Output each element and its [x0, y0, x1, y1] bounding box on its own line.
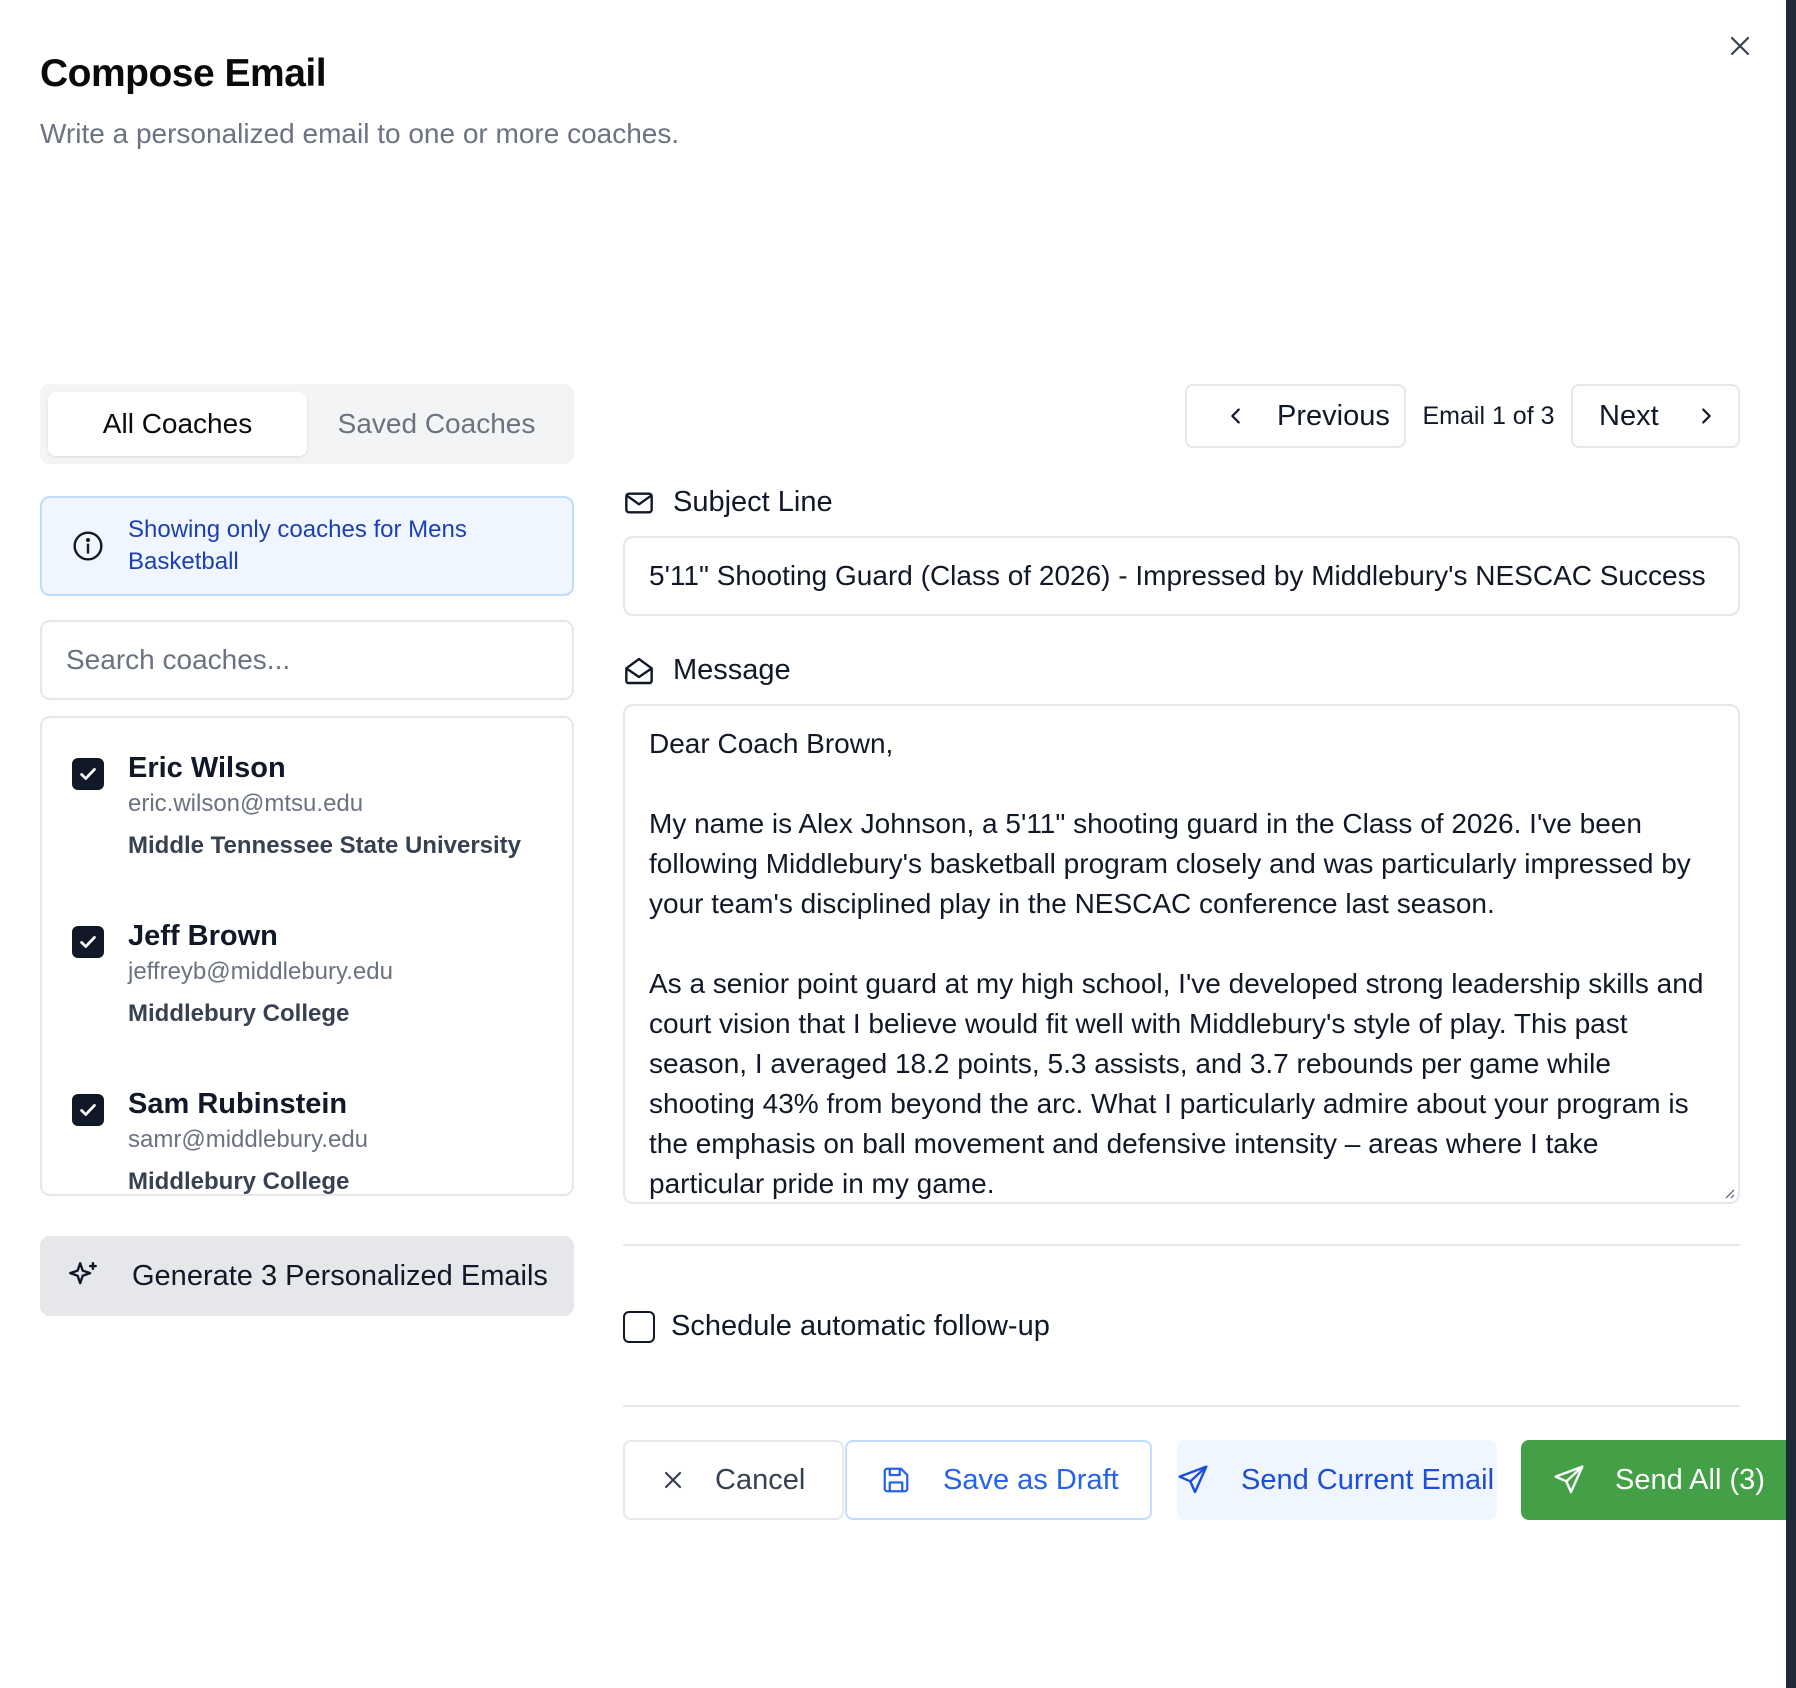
next-button[interactable]: Next [1571, 384, 1740, 448]
email-counter: Email 1 of 3 [1422, 401, 1555, 430]
coach-tabs: All Coaches Saved Coaches [40, 384, 574, 464]
next-label: Next [1599, 399, 1659, 432]
generate-emails-label: Generate 3 Personalized Emails [132, 1259, 548, 1292]
coach-checkbox[interactable] [72, 926, 104, 958]
coach-school: Middle Tennessee State University [128, 832, 522, 859]
tab-all-coaches[interactable]: All Coaches [48, 392, 307, 456]
resize-handle-icon[interactable] [1720, 1184, 1736, 1200]
dialog-subtitle: Write a personalized email to one or mor… [40, 118, 680, 149]
coach-email: jeffreyb@middlebury.edu [128, 958, 393, 985]
coach-name: Sam Rubinstein [128, 1088, 348, 1120]
mail-icon [625, 491, 653, 514]
check-icon [80, 768, 96, 780]
divider [623, 1244, 1740, 1246]
previous-button[interactable]: Previous [1185, 384, 1406, 448]
info-banner: Showing only coaches for Mens Basketball [40, 496, 574, 596]
sparkles-icon [69, 1262, 97, 1285]
info-icon [73, 531, 103, 561]
coach-school: Middlebury College [128, 1168, 350, 1195]
message-textarea[interactable]: Dear Coach Brown, My name is Alex Johnso… [623, 704, 1740, 1204]
cancel-button[interactable]: Cancel [623, 1440, 844, 1520]
chevron-right-icon [1701, 408, 1711, 424]
mail-open-icon [625, 657, 653, 684]
coach-checkbox[interactable] [72, 1094, 104, 1126]
coach-checkbox[interactable] [72, 758, 104, 790]
coach-email: samr@middlebury.edu [128, 1126, 369, 1153]
divider [623, 1405, 1740, 1407]
save-draft-label: Save as Draft [943, 1463, 1119, 1496]
coach-school: Middlebury College [128, 1000, 350, 1027]
close-button[interactable] [1722, 28, 1758, 64]
save-draft-button[interactable]: Save as Draft [845, 1440, 1152, 1520]
coach-item[interactable]: Eric Wilson eric.wilson@mtsu.edu Middle … [72, 718, 521, 862]
coach-item[interactable]: Sam Rubinstein samr@middlebury.edu Middl… [72, 1054, 369, 1195]
coach-item[interactable]: Jeff Brown jeffreyb@middlebury.edu Middl… [72, 886, 393, 1030]
coach-list[interactable]: Eric Wilson eric.wilson@mtsu.edu Middle … [40, 716, 574, 1196]
subject-label-text: Subject Line [673, 486, 833, 518]
subject-label: Subject Line [623, 486, 833, 519]
dialog-title: Compose Email [40, 52, 327, 95]
close-icon [1730, 36, 1750, 56]
search-coaches-input[interactable] [40, 620, 574, 700]
close-icon [664, 1471, 682, 1489]
chevron-left-icon [1231, 408, 1240, 424]
send-all-label: Send All (3) [1615, 1463, 1765, 1496]
send-all-button[interactable]: Send All (3) [1521, 1440, 1786, 1520]
follow-up-label: Schedule automatic follow-up [671, 1310, 1050, 1342]
info-text: Showing only coaches for Mens Basketball [128, 516, 467, 575]
send-icon [1178, 1465, 1208, 1494]
send-icon [1554, 1465, 1584, 1494]
tab-saved-coaches[interactable]: Saved Coaches [307, 392, 566, 456]
send-current-label: Send Current Email [1241, 1463, 1495, 1496]
generate-emails-button[interactable]: Generate 3 Personalized Emails [40, 1236, 574, 1316]
coach-email: eric.wilson@mtsu.edu [128, 790, 364, 817]
message-label: Message [623, 654, 791, 687]
coach-name: Eric Wilson [128, 752, 286, 784]
follow-up-option[interactable]: Schedule automatic follow-up [623, 1310, 1050, 1343]
previous-label: Previous [1277, 399, 1390, 432]
check-icon [80, 936, 96, 948]
coach-name: Jeff Brown [128, 920, 278, 952]
check-icon [80, 1104, 96, 1116]
subject-input[interactable] [623, 536, 1740, 616]
background-edge [1786, 0, 1796, 1688]
follow-up-checkbox[interactable] [623, 1310, 655, 1343]
save-icon [883, 1467, 909, 1493]
message-label-text: Message [673, 654, 791, 686]
send-current-button[interactable]: Send Current Email [1177, 1440, 1497, 1520]
cancel-label: Cancel [715, 1463, 806, 1496]
